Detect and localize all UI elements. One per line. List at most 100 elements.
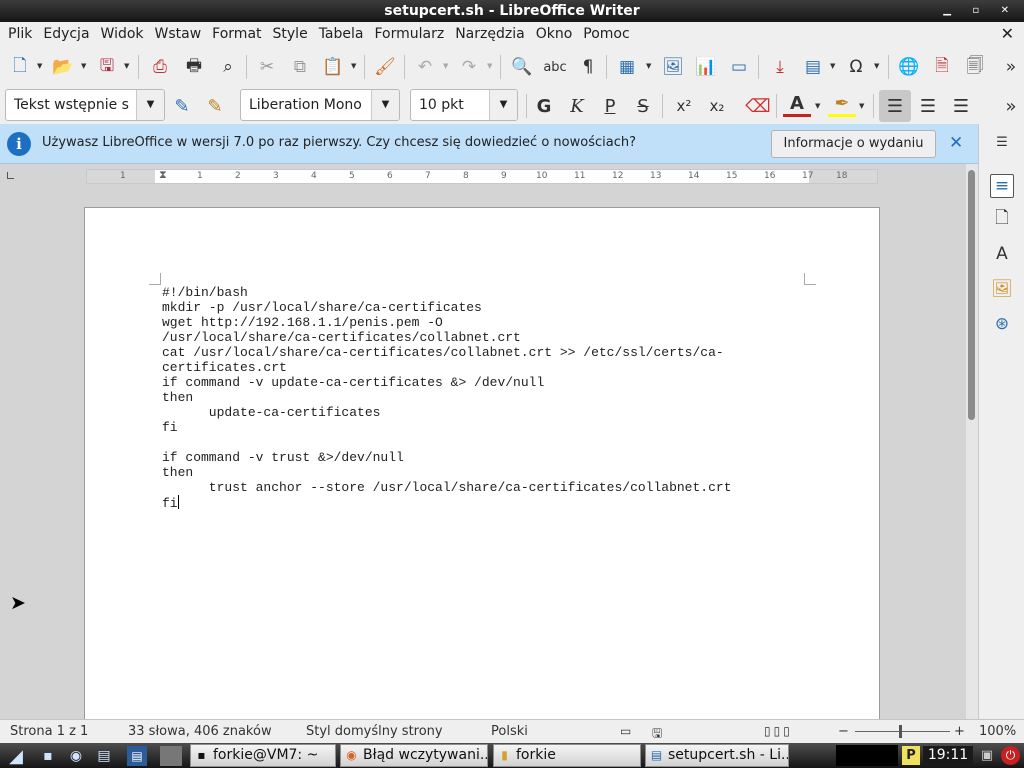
terminal-launcher-icon[interactable]: ▪: [38, 746, 58, 766]
zoom-slider[interactable]: [855, 731, 950, 732]
text-line[interactable]: [162, 435, 802, 450]
menu-table[interactable]: Tabela: [314, 26, 369, 42]
insert-textbox-icon[interactable]: ▭: [726, 54, 752, 80]
zoom-level[interactable]: 100%: [979, 724, 1016, 739]
comment-icon[interactable]: 🗐: [962, 54, 988, 80]
taskbar-browser[interactable]: ◉ Błąd wczytywani...: [340, 744, 488, 767]
find-replace-icon[interactable]: 🔍: [509, 54, 535, 80]
menu-tools[interactable]: Narzędzia: [450, 26, 529, 42]
sidebar-menu-icon[interactable]: ☰: [990, 130, 1014, 154]
cut-icon[interactable]: ✂: [254, 54, 280, 80]
zoom-out-icon[interactable]: −: [838, 724, 849, 739]
chevron-down-icon[interactable]: ▼: [81, 62, 86, 70]
text-line[interactable]: trust anchor --store /usr/local/share/ca…: [162, 480, 802, 495]
text-line[interactable]: if command -v update-ca-certificates &> …: [162, 375, 802, 390]
taskbar-writer[interactable]: ▤ setupcert.sh - Li...: [645, 744, 789, 767]
insert-chart-icon[interactable]: 📊: [693, 54, 719, 80]
menu-window[interactable]: Okno: [531, 26, 578, 42]
chevron-down-icon[interactable]: ▼: [874, 62, 879, 70]
page-count[interactable]: Strona 1 z 1: [10, 724, 88, 739]
print-preview-icon[interactable]: ⌕: [215, 54, 241, 80]
align-center-icon[interactable]: ☰: [914, 93, 942, 119]
chevron-down-icon[interactable]: ▼: [371, 90, 399, 120]
scrollbar-thumb[interactable]: [968, 170, 975, 420]
page-style[interactable]: Styl domyślny strony: [306, 724, 443, 739]
gallery-icon[interactable]: 🖼: [990, 277, 1014, 301]
spellcheck-icon[interactable]: abc: [542, 54, 568, 80]
update-style-icon[interactable]: ✎: [168, 93, 196, 119]
chevron-down-icon[interactable]: ▼: [351, 62, 356, 70]
menu-edit[interactable]: Edycja: [38, 26, 94, 42]
document-area[interactable]: 1 ⧗ 1 2 3 4 5 6 7 8 9 10 11 12 13 14 15 …: [0, 164, 966, 719]
formatting-marks-icon[interactable]: ¶: [575, 54, 601, 80]
redo-icon[interactable]: ↷: [456, 54, 482, 80]
footnote-icon[interactable]: 🗎: [929, 54, 955, 80]
text-line[interactable]: mkdir -p /usr/local/share/ca-certificate…: [162, 300, 802, 315]
save-icon[interactable]: 🖫: [94, 54, 120, 80]
properties-icon[interactable]: ≡: [990, 174, 1014, 198]
copy-icon[interactable]: ⧉: [287, 54, 313, 80]
print-icon[interactable]: 🖶: [181, 54, 207, 80]
insert-field-icon[interactable]: ▤: [800, 54, 826, 80]
menu-file[interactable]: Plik: [3, 26, 37, 42]
chevron-down-icon[interactable]: ▼: [646, 62, 651, 70]
chevron-down-icon[interactable]: ▼: [830, 62, 835, 70]
release-notes-button[interactable]: Informacje o wydaniu: [771, 130, 936, 158]
clear-formatting-icon[interactable]: ⌫: [744, 93, 772, 119]
chevron-down-icon[interactable]: ▼: [443, 62, 448, 70]
align-right-icon[interactable]: ☰: [947, 93, 975, 119]
chevron-down-icon[interactable]: ▼: [489, 90, 517, 120]
italic-button[interactable]: K: [563, 93, 591, 119]
infobar-close-icon[interactable]: ✕: [949, 133, 963, 153]
styles-icon[interactable]: A: [990, 242, 1014, 266]
subscript-button[interactable]: x₂: [703, 93, 731, 119]
text-line[interactable]: update-ca-certificates: [162, 405, 802, 420]
menu-styles[interactable]: Style: [268, 26, 313, 42]
font-name-combo[interactable]: Liberation Mono ▼: [240, 89, 400, 121]
text-line[interactable]: wget http://192.168.1.1/penis.pem -O: [162, 315, 802, 330]
vertical-scrollbar[interactable]: [966, 164, 978, 719]
hyperlink-icon[interactable]: 🌐: [896, 54, 922, 80]
menu-help[interactable]: Pomoc: [578, 26, 634, 42]
text-line[interactable]: #!/bin/bash: [162, 285, 802, 300]
desktop-launcher-icon[interactable]: [160, 746, 182, 766]
align-left-icon[interactable]: ☰: [879, 90, 911, 122]
browser-launcher-icon[interactable]: ◉: [66, 746, 86, 766]
menu-format[interactable]: Format: [207, 26, 266, 42]
files-launcher-icon[interactable]: ▤: [94, 746, 114, 766]
chevron-down-icon[interactable]: ▼: [136, 90, 164, 120]
zoom-slider-thumb[interactable]: [899, 725, 902, 738]
zoom-in-icon[interactable]: +: [954, 724, 965, 739]
clipboard-tray-icon[interactable]: P: [902, 746, 920, 765]
text-line[interactable]: then: [162, 390, 802, 405]
chevron-down-icon[interactable]: ▼: [37, 62, 42, 70]
chevron-down-icon[interactable]: ▼: [487, 62, 492, 70]
export-pdf-icon[interactable]: ⎙: [147, 54, 173, 80]
horizontal-ruler[interactable]: 1 ⧗ 1 2 3 4 5 6 7 8 9 10 11 12 13 14 15 …: [86, 168, 878, 184]
underline-button[interactable]: P: [596, 93, 624, 119]
screen-tray-icon[interactable]: ▣: [978, 746, 996, 765]
document-modified-icon[interactable]: 🖫: [652, 724, 662, 745]
text-line[interactable]: then: [162, 465, 802, 480]
view-layout-icon[interactable]: ▯▯▯: [764, 724, 793, 738]
insert-image-icon[interactable]: 🖼: [660, 54, 686, 80]
selection-mode-icon[interactable]: ▭: [620, 724, 631, 738]
bold-button[interactable]: G: [530, 93, 558, 119]
menu-view[interactable]: Widok: [96, 26, 149, 42]
close-document-icon[interactable]: ✕: [1001, 24, 1014, 43]
taskbar-files[interactable]: ▮ forkie: [493, 744, 641, 767]
text-line[interactable]: fi: [162, 496, 178, 511]
paste-icon[interactable]: 📋: [320, 54, 346, 80]
format-toolbar-overflow-icon[interactable]: »: [1000, 93, 1022, 119]
taskbar-terminal[interactable]: ▪ forkie@VM7: ~: [190, 744, 336, 767]
insert-table-icon[interactable]: ▦: [614, 54, 640, 80]
toolbar-overflow-icon[interactable]: »: [1000, 54, 1022, 80]
font-size-combo[interactable]: 10 pkt ▼: [410, 89, 518, 121]
power-icon[interactable]: ⏻: [1001, 746, 1020, 765]
document-text[interactable]: #!/bin/bash mkdir -p /usr/local/share/ca…: [162, 285, 802, 511]
font-color-button[interactable]: A: [783, 93, 811, 117]
text-line[interactable]: cat /usr/local/share/ca-certificates/col…: [162, 345, 802, 360]
clone-formatting-icon[interactable]: 🖌: [372, 54, 398, 80]
writer-launcher-icon[interactable]: ▤: [127, 746, 147, 766]
superscript-button[interactable]: x²: [670, 93, 698, 119]
